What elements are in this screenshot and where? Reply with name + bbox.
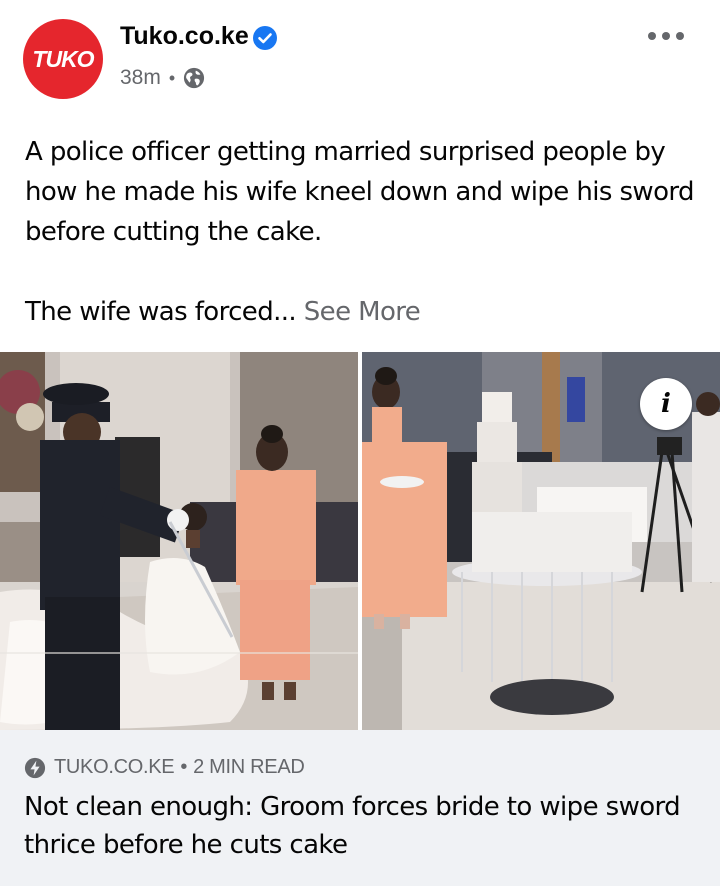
meta-separator: • [168, 67, 176, 88]
link-read-time: 2 MIN READ [193, 756, 305, 778]
post-body-text-continued: The wife was forced... See More [25, 292, 695, 332]
link-preview-card[interactable]: TUKO.CO.KE • 2 MIN READ Not clean enough… [0, 730, 720, 886]
page-name-link[interactable]: Tuko.co.ke [120, 22, 249, 51]
page-avatar[interactable]: TUKO [23, 19, 103, 99]
see-more-link[interactable]: See More [304, 297, 421, 327]
post-body-text: A police officer getting married surpris… [25, 137, 695, 247]
post-text: A police officer getting married surpris… [25, 132, 695, 332]
link-title[interactable]: Not clean enough: Groom forces bride to … [24, 788, 684, 864]
link-source: TUKO.CO.KE [54, 756, 175, 778]
avatar-logo-text: TUKO [32, 45, 94, 72]
photo-left[interactable] [0, 352, 358, 730]
info-icon: i [661, 389, 671, 419]
post-meta: 38m • [120, 66, 205, 90]
link-separator: • [180, 756, 188, 778]
more-horizontal-icon [648, 32, 656, 40]
post-media[interactable]: i [0, 352, 720, 730]
globe-icon [184, 67, 205, 89]
verified-badge-icon [253, 26, 277, 50]
post-truncated-text: The wife was forced... [25, 297, 297, 327]
link-source-row: TUKO.CO.KE • 2 MIN READ [24, 756, 305, 779]
media-info-button[interactable]: i [640, 378, 692, 430]
post-timestamp[interactable]: 38m [120, 66, 161, 90]
post-header: TUKO Tuko.co.ke 38m • [0, 0, 720, 110]
more-options-button[interactable] [648, 30, 684, 42]
lightning-bolt-icon [24, 757, 46, 778]
